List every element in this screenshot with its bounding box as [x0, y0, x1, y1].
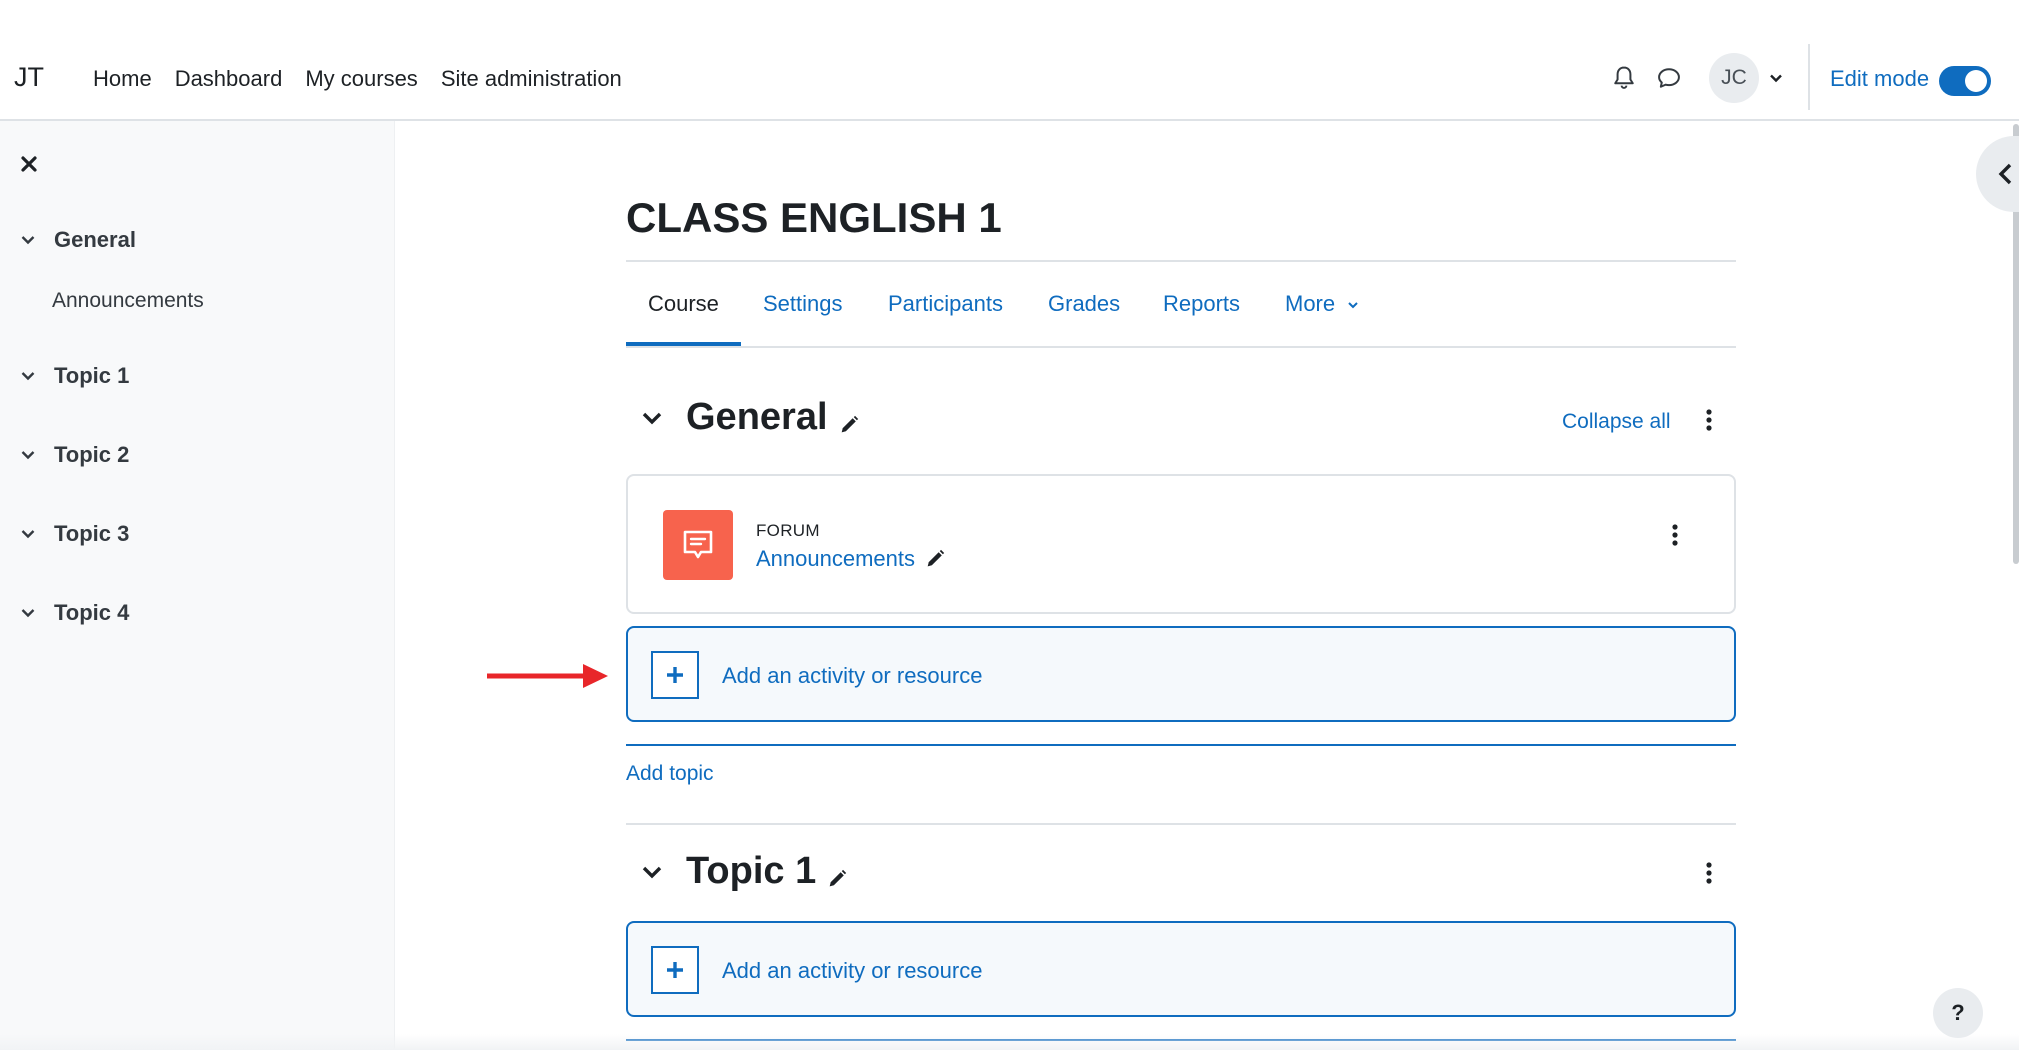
- section-header-general: General: [640, 396, 860, 439]
- active-tab-indicator: [626, 342, 741, 346]
- edit-mode-label[interactable]: Edit mode: [1830, 66, 1929, 92]
- chevron-left-icon: [1998, 163, 2012, 185]
- section-divider: [626, 823, 1736, 825]
- collapse-section-chevron-icon[interactable]: [640, 406, 664, 430]
- chevron-down-icon[interactable]: [20, 368, 36, 384]
- drawer-section-general[interactable]: General: [20, 227, 136, 253]
- drawer-section-label: Topic 3: [54, 521, 130, 546]
- section-header-topic-1: Topic 1: [640, 850, 848, 893]
- chevron-down-icon[interactable]: [20, 526, 36, 542]
- add-activity-button[interactable]: Add an activity or resource: [626, 626, 1736, 722]
- plus-icon: [667, 962, 683, 978]
- edit-pencil-icon[interactable]: [924, 548, 946, 570]
- footer-shadow: [0, 1034, 2019, 1050]
- plus-icon: [667, 667, 683, 683]
- tab-grades[interactable]: Grades: [1048, 291, 1120, 317]
- plus-icon-box: [651, 946, 699, 994]
- help-button[interactable]: ?: [1933, 988, 1983, 1038]
- page-title: CLASS ENGLISH 1: [626, 194, 1002, 241]
- section-title: Topic 1: [686, 850, 817, 892]
- messages-chat-icon[interactable]: [1655, 64, 1683, 92]
- user-avatar[interactable]: JC: [1709, 53, 1759, 103]
- drawer-item-announcements[interactable]: Announcements: [52, 289, 204, 313]
- nav-site-administration-link[interactable]: Site administration: [441, 66, 622, 92]
- navbar-divider: [1808, 44, 1810, 110]
- add-activity-button[interactable]: Add an activity or resource: [626, 921, 1736, 1017]
- open-block-drawer-button[interactable]: [1976, 136, 2019, 212]
- forum-chat-icon: [683, 530, 713, 559]
- drawer-section-label: Topic 2: [54, 442, 130, 467]
- chevron-down-icon[interactable]: [20, 447, 36, 463]
- site-brand[interactable]: JT: [14, 62, 44, 93]
- forum-activity-icon: [663, 510, 733, 580]
- chevron-down-icon: [1348, 302, 1358, 309]
- nav-dashboard-link[interactable]: Dashboard: [175, 66, 283, 92]
- activity-name-link[interactable]: Announcements: [756, 546, 915, 572]
- drawer-section-label: General: [54, 227, 136, 252]
- chevron-down-icon[interactable]: [20, 605, 36, 621]
- section-title: General: [686, 396, 828, 438]
- tab-reports[interactable]: Reports: [1163, 291, 1240, 317]
- top-navbar: JT Home Dashboard My courses Site admini…: [0, 0, 2019, 121]
- collapse-section-chevron-icon[interactable]: [640, 860, 664, 884]
- activity-card-forum: FORUM Announcements: [626, 474, 1736, 614]
- activity-type-label: FORUM: [756, 521, 820, 540]
- nav-home-link[interactable]: Home: [93, 66, 152, 92]
- user-menu-chevron-down-icon[interactable]: [1768, 70, 1784, 86]
- add-section-divider: [626, 744, 1736, 746]
- drawer-section-label: Topic 4: [54, 600, 130, 625]
- tab-course[interactable]: Course: [648, 291, 719, 317]
- notifications-bell-icon[interactable]: [1610, 64, 1638, 92]
- tab-participants[interactable]: Participants: [888, 291, 1003, 317]
- edit-pencil-icon[interactable]: [826, 868, 848, 890]
- plus-icon-box: [651, 651, 699, 699]
- course-index-drawer: General Announcements Topic 1 Topic 2 To…: [0, 121, 395, 1050]
- tab-settings[interactable]: Settings: [763, 291, 843, 317]
- section-menu-kebab-icon[interactable]: [1705, 409, 1713, 431]
- toggle-knob: [1965, 70, 1987, 92]
- tab-more[interactable]: More: [1285, 291, 1359, 317]
- section-menu-kebab-icon[interactable]: [1705, 862, 1713, 884]
- drawer-section-topic-1[interactable]: Topic 1: [20, 363, 129, 389]
- edit-pencil-icon[interactable]: [838, 414, 860, 436]
- close-drawer-icon[interactable]: [20, 155, 38, 173]
- drawer-section-topic-3[interactable]: Topic 3: [20, 521, 129, 547]
- drawer-section-label: Topic 1: [54, 363, 130, 388]
- add-activity-label: Add an activity or resource: [722, 663, 983, 688]
- activity-menu-kebab-icon[interactable]: [1671, 524, 1679, 546]
- chevron-down-icon[interactable]: [20, 232, 36, 248]
- secondary-navigation-tabs: Course Settings Participants Grades Repo…: [626, 262, 1736, 348]
- nav-my-courses-link[interactable]: My courses: [305, 66, 417, 92]
- primary-navigation: Home Dashboard My courses Site administr…: [93, 66, 622, 92]
- annotation-arrow-icon: [487, 664, 608, 688]
- add-topic-link[interactable]: Add topic: [626, 762, 714, 786]
- collapse-all-link[interactable]: Collapse all: [1562, 410, 1671, 434]
- edit-mode-toggle[interactable]: [1939, 66, 1991, 96]
- add-activity-label: Add an activity or resource: [722, 958, 983, 983]
- tab-more-label: More: [1285, 291, 1336, 316]
- drawer-section-topic-2[interactable]: Topic 2: [20, 442, 129, 468]
- drawer-section-topic-4[interactable]: Topic 4: [20, 600, 129, 626]
